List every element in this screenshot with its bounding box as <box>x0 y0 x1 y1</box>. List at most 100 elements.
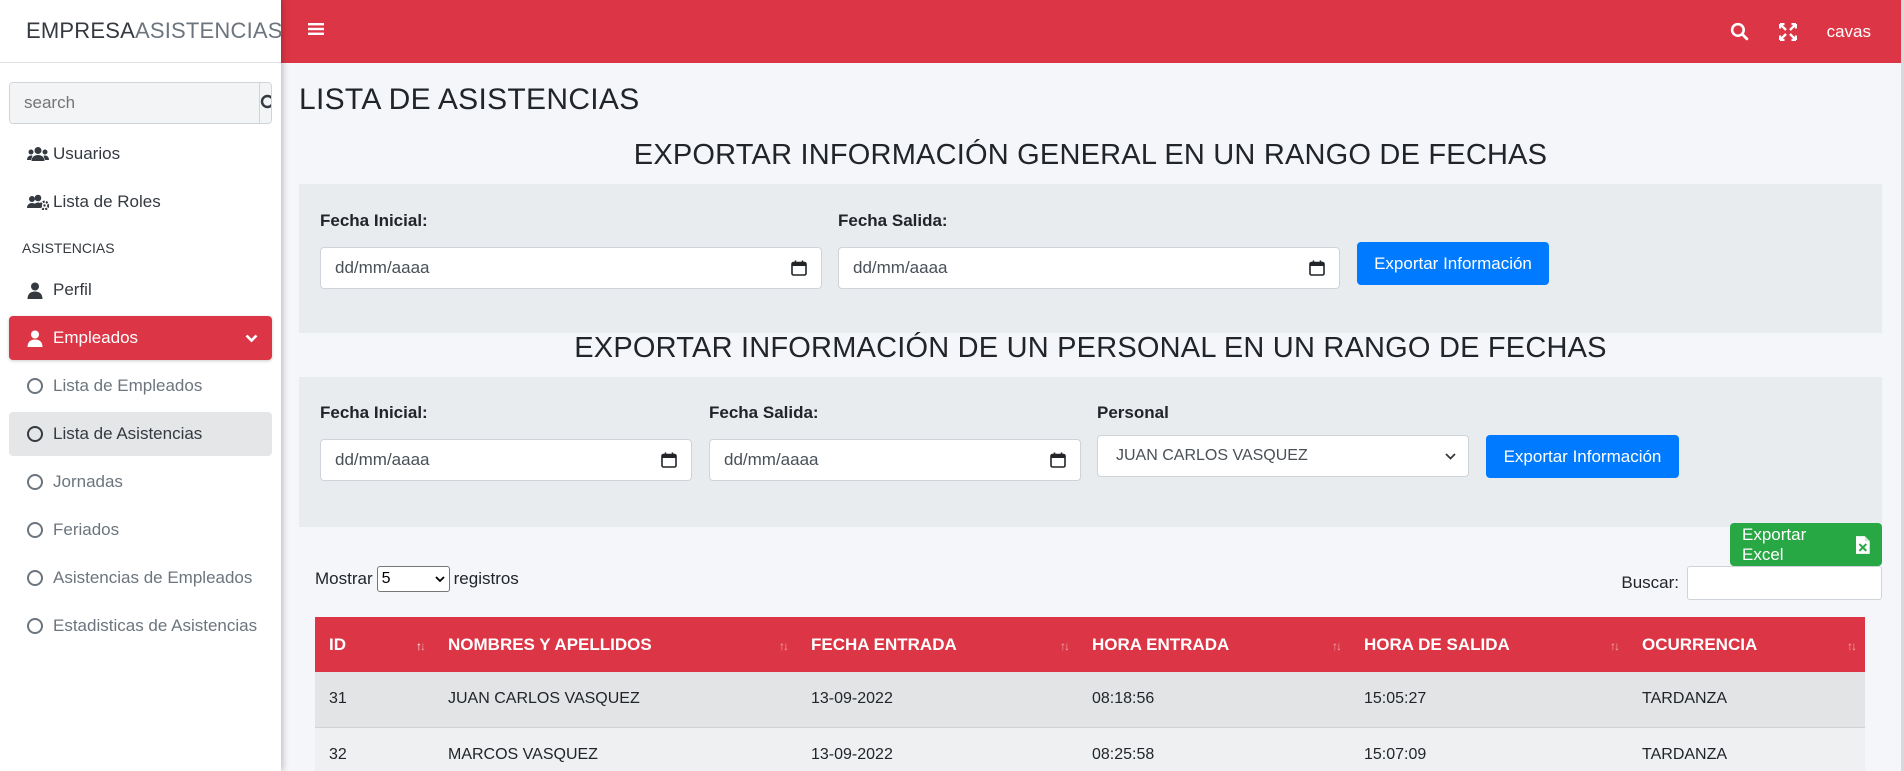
sidebar-subitem-asistencias-empleados[interactable]: Asistencias de Empleados <box>9 556 272 600</box>
table-length-select[interactable]: 5 <box>376 566 450 592</box>
column-header-label: HORA ENTRADA <box>1092 634 1230 654</box>
exportar-excel-label: Exportar Excel <box>1742 524 1807 564</box>
registros-label: registros <box>453 569 519 588</box>
export-general-panel: Fecha Inicial: dd/mm/aaaa Fecha Salida: … <box>299 184 1882 333</box>
cell-hora-salida: 15:07:09 <box>1350 726 1628 771</box>
sort-icon: ↑↓ <box>1060 639 1070 653</box>
sidebar-subitem-lista-empleados[interactable]: Lista de Empleados <box>9 364 272 408</box>
calendar-icon[interactable] <box>661 452 677 468</box>
brand[interactable]: EMPRESAASISTENCIAS <box>0 0 283 63</box>
sidebar-search <box>9 82 272 124</box>
chevron-down-icon <box>245 334 258 342</box>
cell-nombre: JUAN CARLOS VASQUEZ <box>434 672 797 727</box>
fecha-salida-label: Fecha Salida: <box>709 403 819 422</box>
search-icon[interactable] <box>1730 22 1749 41</box>
column-header-ocurrencia[interactable]: OCURRENCIA ↑↓ <box>1628 617 1865 672</box>
column-header-label: OCURRENCIA <box>1642 634 1758 654</box>
fecha-salida-input[interactable]: dd/mm/aaaa <box>709 439 1081 481</box>
sidebar-subitem-feriados[interactable]: Feriados <box>9 508 272 552</box>
fecha-inicial-label: Fecha Inicial: <box>320 403 428 422</box>
circle-icon <box>27 426 43 442</box>
cell-fecha-entrada: 13-09-2022 <box>797 726 1078 771</box>
column-header-label: FECHA ENTRADA <box>811 634 957 654</box>
chevron-down-icon <box>1445 452 1456 460</box>
exportar-excel-button[interactable]: Exportar Excel <box>1730 523 1882 566</box>
personal-select-value: JUAN CARLOS VASQUEZ <box>1116 447 1308 464</box>
sidebar-item-empleados[interactable]: Empleados <box>9 316 272 360</box>
fecha-inicial-input[interactable]: dd/mm/aaaa <box>320 439 692 481</box>
brand-name-bold: EMPRESA <box>26 18 135 43</box>
section-general-title: EXPORTAR INFORMACIÓN GENERAL EN UN RANGO… <box>633 139 1548 171</box>
sidebar-item-roles[interactable]: Lista de Roles <box>9 180 272 224</box>
fecha-inicial-input[interactable]: dd/mm/aaaa <box>320 247 822 289</box>
user-icon <box>27 330 43 347</box>
cell-fecha-entrada: 13-09-2022 <box>797 672 1078 727</box>
calendar-icon[interactable] <box>1309 260 1325 276</box>
date-placeholder: dd/mm/aaaa <box>335 450 430 469</box>
users-icon <box>27 147 49 161</box>
calendar-icon[interactable] <box>1050 452 1066 468</box>
sidebar-item-label: Empleados <box>53 328 139 347</box>
mostrar-label: Mostrar <box>315 569 373 588</box>
sidebar-subitem-lista-asistencias[interactable]: Lista de Asistencias <box>9 412 272 456</box>
exportar-personal-button[interactable]: Exportar Información <box>1486 435 1679 478</box>
circle-icon <box>27 474 43 490</box>
personal-select[interactable]: JUAN CARLOS VASQUEZ <box>1097 435 1469 477</box>
column-header-hora-entrada[interactable]: HORA ENTRADA ↑↓ <box>1078 617 1350 672</box>
page-title: LISTA DE ASISTENCIAS <box>299 83 640 116</box>
cell-nombre: MARCOS VASQUEZ <box>434 726 797 771</box>
table-row[interactable]: 31 JUAN CARLOS VASQUEZ 13-09-2022 08:18:… <box>315 672 1865 727</box>
menu-toggle-button[interactable] <box>308 22 324 41</box>
table-header-row: ID ↑↓ NOMBRES Y APELLIDOS ↑↓ FECHA ENTRADA… <box>315 617 1865 672</box>
date-placeholder: dd/mm/aaaa <box>853 258 948 277</box>
calendar-icon[interactable] <box>791 260 807 276</box>
sidebar: EMPRESAASISTENCIAS Usuarios Lista de Rol… <box>0 0 283 771</box>
sort-icon: ↑↓ <box>1610 639 1620 653</box>
chevron-down-icon <box>434 576 445 582</box>
circle-icon <box>27 618 43 634</box>
sidebar-item-usuarios[interactable]: Usuarios <box>9 132 272 176</box>
column-header-label: HORA DE SALIDA <box>1364 634 1510 654</box>
sidebar-subitem-estadisticas[interactable]: Estadisticas de Asistencias <box>9 604 272 648</box>
column-header-id[interactable]: ID ↑↓ <box>315 617 434 672</box>
sidebar-item-label: Estadisticas de Asistencias <box>53 616 258 635</box>
personal-label: Personal <box>1097 403 1169 422</box>
table-search-input[interactable] <box>1687 566 1882 600</box>
sidebar-search-input[interactable] <box>10 83 259 123</box>
asistencias-table: ID ↑↓ NOMBRES Y APELLIDOS ↑↓ FECHA ENTRADA… <box>315 617 1865 771</box>
sidebar-item-perfil[interactable]: Perfil <box>9 268 272 312</box>
sort-icon: ↑↓ <box>1332 639 1342 653</box>
sidebar-item-label: Usuarios <box>53 144 121 163</box>
column-header-fecha-entrada[interactable]: FECHA ENTRADA ↑↓ <box>797 617 1078 672</box>
circle-icon <box>27 570 43 586</box>
column-header-nombres[interactable]: NOMBRES Y APELLIDOS ↑↓ <box>434 617 797 672</box>
brand-name-light: ASISTENCIAS <box>134 18 283 43</box>
export-personal-panel: Fecha Inicial: dd/mm/aaaa Fecha Salida: … <box>299 377 1882 527</box>
users-cog-icon <box>27 194 49 210</box>
circle-icon <box>27 378 43 394</box>
file-excel-icon <box>1856 535 1870 554</box>
sidebar-item-label: Jornadas <box>53 472 123 491</box>
fecha-salida-input[interactable]: dd/mm/aaaa <box>838 247 1340 289</box>
table-length-control: Mostrar 5 registros <box>315 566 519 592</box>
sidebar-search-button[interactable] <box>259 83 271 123</box>
exportar-general-button[interactable]: Exportar Información <box>1357 242 1549 285</box>
brand-name: EMPRESAASISTENCIAS <box>26 18 283 44</box>
fullscreen-icon[interactable] <box>1778 22 1797 41</box>
cell-hora-entrada: 08:18:56 <box>1078 672 1350 727</box>
table-search: Buscar: <box>1621 566 1882 600</box>
table-row[interactable]: 32 MARCOS VASQUEZ 13-09-2022 08:25:58 15… <box>315 726 1865 771</box>
sidebar-subitem-jornadas[interactable]: Jornadas <box>9 460 272 504</box>
circle-icon <box>27 522 43 538</box>
user-icon <box>27 282 43 299</box>
column-header-hora-salida[interactable]: HORA DE SALIDA ↑↓ <box>1350 617 1628 672</box>
sidebar-item-label: Perfil <box>53 280 92 299</box>
sidebar-nav: Usuarios Lista de Roles ASISTENCIAS Perf… <box>9 132 272 652</box>
main-content: LISTA DE ASISTENCIAS EXPORTAR INFORMACIÓ… <box>281 63 1901 771</box>
sidebar-section-header: ASISTENCIAS <box>22 240 115 256</box>
fecha-salida-label: Fecha Salida: <box>838 211 948 230</box>
sidebar-item-label: Lista de Asistencias <box>53 424 203 443</box>
sort-icon: ↑↓ <box>1847 639 1857 653</box>
user-menu[interactable]: cavas <box>1827 22 1871 42</box>
sidebar-item-label: Lista de Roles <box>53 192 161 211</box>
